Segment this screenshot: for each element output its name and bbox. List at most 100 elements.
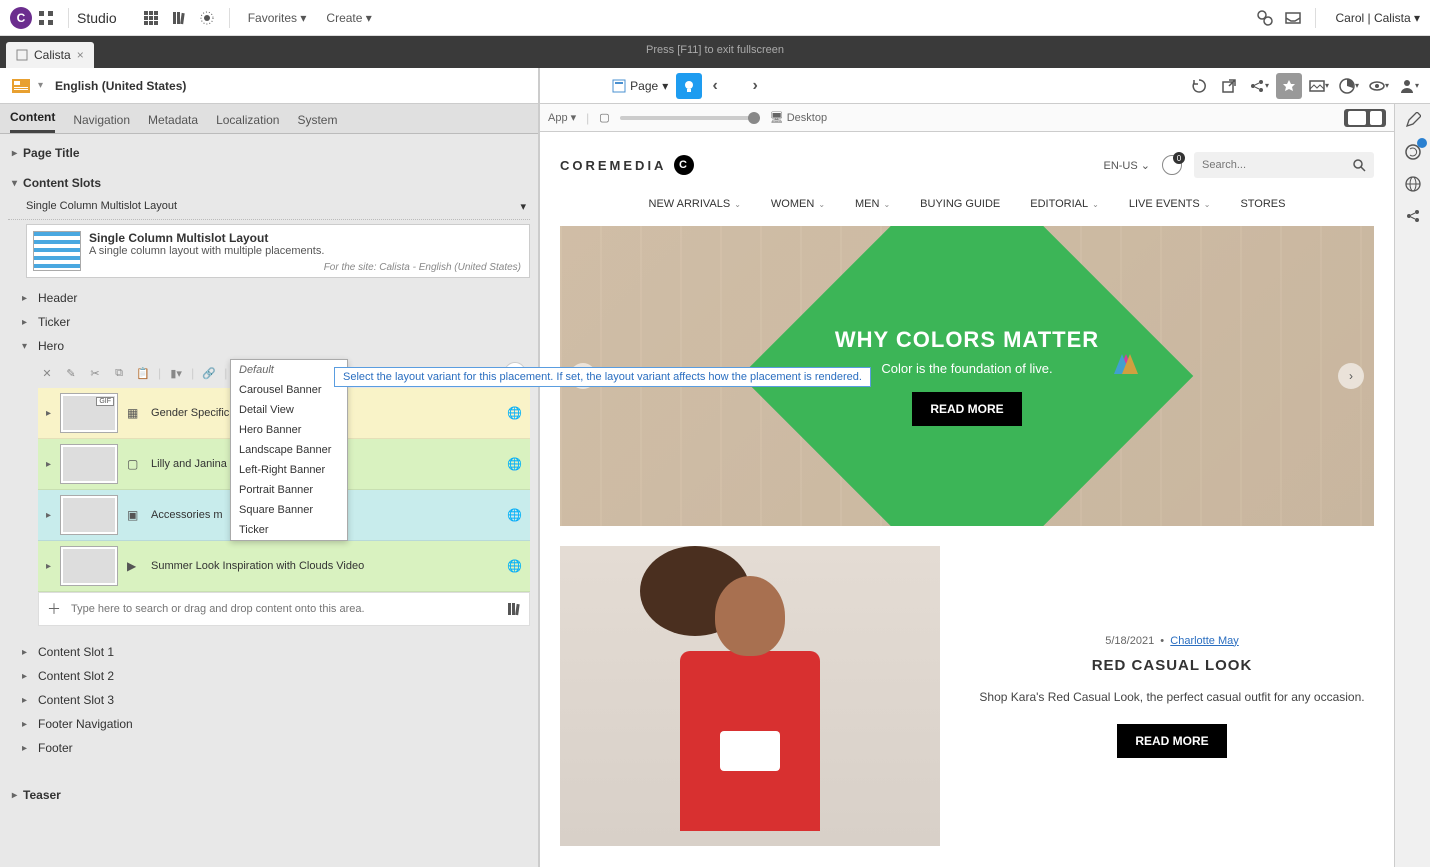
slot-footer-nav[interactable]: ▸Footer Navigation — [8, 712, 530, 736]
globe-icon[interactable]: 🌐 — [507, 457, 522, 471]
open-external-icon[interactable] — [1216, 73, 1242, 99]
tab-content[interactable]: Content — [10, 104, 55, 133]
globe-icon[interactable]: 🌐 — [507, 508, 522, 522]
form-tabs: Content Navigation Metadata Localization… — [0, 104, 538, 134]
add-content-input[interactable] — [71, 603, 497, 615]
dropdown-item[interactable]: Portrait Banner — [231, 480, 347, 500]
section-teaser[interactable]: ▸Teaser — [8, 780, 530, 810]
copy-icon[interactable]: ⧉ — [110, 364, 128, 382]
hints-toggle-icon[interactable] — [676, 73, 702, 99]
zoom-slider[interactable] — [620, 116, 760, 120]
device-selector[interactable] — [1344, 109, 1386, 127]
preview-mode[interactable]: App ▾ — [548, 111, 576, 124]
dropdown-item[interactable]: Landscape Banner — [231, 440, 347, 460]
search-input[interactable] — [1202, 159, 1352, 171]
storefront-preview: COREMEDIA C EN-US ⌄ 0 NEW ARRIVALS⌄ — [540, 132, 1394, 856]
list-item[interactable]: ▸ ▶ Summer Look Inspiration with Clouds … — [38, 541, 530, 592]
create-menu[interactable]: Create ▾ — [326, 11, 371, 25]
cut-icon[interactable]: ✂ — [86, 364, 104, 382]
delete-icon[interactable]: ✕ — [38, 364, 56, 382]
image-icon[interactable]: ▾ — [1306, 73, 1332, 99]
slot-hero[interactable]: ▾Hero — [8, 334, 530, 358]
tab-navigation[interactable]: Navigation — [73, 107, 130, 133]
page-type-button[interactable]: Page ▾ — [604, 79, 676, 93]
doctype-icon[interactable] — [8, 73, 34, 99]
slot-footer[interactable]: ▸Footer — [8, 736, 530, 760]
layout-thumb-icon — [33, 231, 81, 271]
globe-icon[interactable]: 🌐 — [507, 559, 522, 573]
add-icon[interactable]: ▮▾ — [167, 364, 185, 382]
tab-system[interactable]: System — [297, 107, 337, 133]
share-icon[interactable]: ▾ — [1246, 73, 1272, 99]
reload-icon[interactable] — [1186, 73, 1212, 99]
collection-icon: ▦ — [127, 406, 141, 420]
settings-icon[interactable] — [1251, 4, 1279, 32]
apps-grid-icon[interactable] — [32, 4, 60, 32]
globe-icon[interactable]: 🌐 — [507, 406, 522, 420]
nav-men[interactable]: MEN⌄ — [855, 198, 890, 210]
nav-editorial[interactable]: EDITORIAL⌄ — [1030, 198, 1099, 210]
section-content-slots[interactable]: ▾Content Slots — [8, 168, 530, 198]
brand-logo[interactable]: COREMEDIA C — [560, 155, 694, 175]
dropdown-item[interactable]: Carousel Banner — [231, 380, 347, 400]
paste-icon[interactable]: 📋 — [134, 364, 152, 382]
inbox-icon[interactable] — [1279, 4, 1307, 32]
dropdown-item[interactable]: Hero Banner — [231, 420, 347, 440]
target-icon[interactable] — [193, 4, 221, 32]
tab-calista[interactable]: Calista × — [6, 42, 94, 68]
slot-header[interactable]: ▸Header — [8, 286, 530, 310]
dropdown-item[interactable]: Ticker — [231, 520, 347, 540]
slot-ticker[interactable]: ▸Ticker — [8, 310, 530, 334]
zoom-fit-icon[interactable]: ▢ — [599, 111, 609, 124]
search-box[interactable] — [1194, 152, 1374, 178]
bookmark-icon[interactable] — [1276, 73, 1302, 99]
app-logo[interactable]: C — [10, 7, 32, 29]
dropdown-item[interactable]: Default — [231, 360, 347, 380]
favorites-menu[interactable]: Favorites ▾ — [248, 11, 307, 25]
slot-content-2[interactable]: ▸Content Slot 2 — [8, 664, 530, 688]
dropdown-item[interactable]: Detail View — [231, 400, 347, 420]
edit-pencil-icon[interactable] — [1401, 108, 1425, 132]
user-icon[interactable]: ▾ — [1396, 73, 1422, 99]
tab-metadata[interactable]: Metadata — [148, 107, 198, 133]
slot-content-1[interactable]: ▸Content Slot 1 — [8, 640, 530, 664]
layout-selector[interactable]: Single Column Multislot Layout▾ — [8, 198, 530, 220]
brand-icon: C — [674, 155, 694, 175]
workflow-icon[interactable] — [1401, 140, 1425, 164]
tab-localization[interactable]: Localization — [216, 107, 279, 133]
prev-nav-icon[interactable]: ‹ — [702, 73, 728, 99]
article-cta-button[interactable]: READ MORE — [1117, 724, 1226, 758]
tab-close-icon[interactable]: × — [77, 48, 84, 62]
user-menu[interactable]: Carol | Calista ▾ — [1336, 11, 1421, 25]
nav-buying-guide[interactable]: BUYING GUIDE — [920, 198, 1000, 210]
carousel-next-icon[interactable]: › — [1338, 363, 1364, 389]
image-icon: ▣ — [127, 508, 141, 522]
nav-stores[interactable]: STORES — [1240, 198, 1285, 210]
hero-cta-button[interactable]: READ MORE — [912, 392, 1021, 426]
globe-rail-icon[interactable] — [1401, 172, 1425, 196]
article-author-link[interactable]: Charlotte May — [1170, 635, 1238, 647]
visibility-icon[interactable]: ▾ — [1366, 73, 1392, 99]
slot-content-3[interactable]: ▸Content Slot 3 — [8, 688, 530, 712]
plus-icon: ＋ — [47, 599, 61, 619]
analytics-icon[interactable]: ▾ — [1336, 73, 1362, 99]
add-content-row[interactable]: ＋ — [38, 592, 530, 626]
library-picker-icon[interactable] — [507, 602, 521, 616]
cart-icon[interactable]: 0 — [1162, 155, 1182, 175]
share-rail-icon[interactable] — [1401, 204, 1425, 228]
nav-new-arrivals[interactable]: NEW ARRIVALS⌄ — [649, 198, 741, 210]
locale-selector[interactable]: EN-US ⌄ — [1103, 159, 1150, 172]
dashboard-icon[interactable] — [137, 4, 165, 32]
edit-icon[interactable]: ✎ — [62, 364, 80, 382]
next-nav-icon[interactable]: › — [742, 73, 768, 99]
section-page-title[interactable]: ▸Page Title — [8, 138, 530, 168]
library-icon[interactable] — [165, 4, 193, 32]
nav-women[interactable]: WOMEN⌄ — [771, 198, 825, 210]
search-icon[interactable] — [1352, 158, 1366, 172]
nav-live-events[interactable]: LIVE EVENTS⌄ — [1129, 198, 1211, 210]
item-thumb — [61, 496, 117, 534]
dropdown-item[interactable]: Left-Right Banner — [231, 460, 347, 480]
item-thumb — [61, 547, 117, 585]
link-icon[interactable]: 🔗 — [200, 364, 218, 382]
dropdown-item[interactable]: Square Banner — [231, 500, 347, 520]
